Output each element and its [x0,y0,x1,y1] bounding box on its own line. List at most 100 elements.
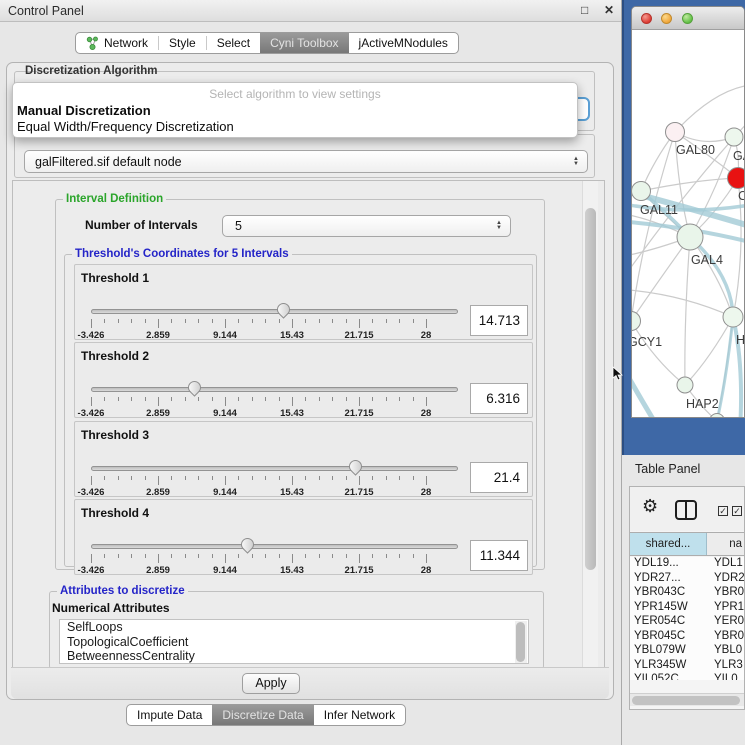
table-cell-shared[interactable]: YDR27... [630,572,707,587]
network-edge[interactable] [685,237,690,385]
panel-scrollbar[interactable] [582,181,598,668]
slider-handle[interactable] [185,378,203,396]
tab-network[interactable]: Network [76,33,158,53]
table-cell-name[interactable]: YLR3 [707,659,744,674]
network-edge-thick[interactable] [632,378,672,418]
close-icon[interactable]: ✕ [604,3,614,17]
table-row[interactable]: YPR145WYPR1 [630,601,744,616]
attribute-list-item[interactable]: BetweennessCentrality [60,649,528,664]
table-cell-shared[interactable]: YER054C [630,615,707,630]
threshold-value-field[interactable]: 21.4 [470,462,528,493]
gear-icon[interactable]: ⚙ [642,496,658,517]
table-cell-name[interactable]: YBR0 [707,630,744,645]
tab-cyni-toolbox[interactable]: Cyni Toolbox [260,33,348,53]
table-cell-name[interactable]: YER0 [707,615,744,630]
apply-button[interactable]: Apply [242,673,300,694]
slider-handle[interactable] [275,300,293,318]
tab-select[interactable]: Select [207,33,260,53]
tab-impute-data[interactable]: Impute Data [127,705,212,725]
attribute-list-item[interactable]: SelfLoops [60,620,528,635]
table-row[interactable]: YER054CYER0 [630,615,744,630]
list-scrollbar[interactable] [515,621,527,664]
tab-style[interactable]: Style [159,33,206,53]
slider-tick [118,397,119,401]
list-scrollbar-thumb[interactable] [516,622,525,662]
network-node[interactable] [677,224,703,250]
table-row[interactable]: YDL19...YDL1 [630,557,744,572]
network-edge-thick[interactable] [717,317,733,418]
network-edge[interactable] [675,85,744,132]
network-edge[interactable] [641,132,675,191]
table-row[interactable]: YBR045CYBR0 [630,630,744,645]
slider-tick [185,397,186,401]
number-of-intervals-spinner[interactable]: 5 ▲▼ [222,215,511,237]
network-edge-thick[interactable] [690,237,733,317]
numerical-attributes-list[interactable]: SelfLoopsTopologicalCoefficientBetweenne… [59,619,529,664]
network-node[interactable] [632,182,651,201]
table-data-combobox[interactable]: galFiltered.sif default node ▲▼ [24,150,588,173]
network-node[interactable] [666,123,685,142]
table-cell-shared[interactable]: YBL079W [630,644,707,659]
slider-tick [225,319,226,328]
table-row[interactable]: YIL052CYIL0 [630,673,744,680]
network-edge[interactable] [641,178,738,191]
table-row[interactable]: YBR043CYBR0 [630,586,744,601]
network-edge[interactable] [632,237,690,321]
column-header-shared[interactable]: shared... [630,533,707,555]
network-node[interactable] [632,312,641,331]
network-edge[interactable] [632,290,733,317]
table-cell-name[interactable]: YPR1 [707,601,744,616]
slider-handle[interactable] [346,457,364,475]
slider-tick-label: -3.426 [67,408,115,419]
tab-discretize-data[interactable]: Discretize Data [212,705,313,725]
checkbox-icon[interactable]: ✓ [732,506,742,516]
table-hscrollbar[interactable] [630,693,744,706]
zoom-traffic-icon[interactable] [682,13,693,24]
slider-track[interactable] [91,387,458,392]
slider-track[interactable] [91,309,458,314]
network-node[interactable] [725,128,743,146]
table-cell-shared[interactable]: YBR045C [630,630,707,645]
table-cell-shared[interactable]: YIL052C [630,673,707,680]
threshold-value-field[interactable]: 11.344 [470,540,528,571]
float-window-icon[interactable]: □ [581,3,588,17]
checkbox-icon[interactable]: ✓ [718,506,728,516]
network-node[interactable] [723,307,743,327]
table-cell-name[interactable]: YDL1 [707,557,744,572]
threshold-value-field[interactable]: 6.316 [470,383,528,414]
table-row[interactable]: YBL079WYBL0 [630,644,744,659]
table-row[interactable]: YLR345WYLR3 [630,659,744,674]
table-cell-name[interactable]: YIL0 [707,673,744,680]
combo-arrows-icon: ▲▼ [573,157,579,167]
network-window-titlebar[interactable] [632,7,744,30]
network-node[interactable] [710,414,725,419]
columns-icon[interactable] [675,500,697,520]
popup-item-manual-discretization[interactable]: Manual Discretization [17,103,151,118]
slider-track[interactable] [91,544,458,549]
table-cell-shared[interactable]: YBR043C [630,586,707,601]
network-edge[interactable] [690,237,733,317]
table-row[interactable]: YDR27...YDR2 [630,572,744,587]
table-cell-shared[interactable]: YDL19... [630,557,707,572]
table-cell-name[interactable]: YBR0 [707,586,744,601]
panel-scrollbar-thumb[interactable] [585,208,596,570]
table-hscrollbar-thumb[interactable] [632,696,740,705]
table-cell-name[interactable]: YBL0 [707,644,744,659]
popup-item-equal-width-frequency[interactable]: Equal Width/Frequency Discretization [17,119,234,134]
close-traffic-icon[interactable] [641,13,652,24]
slider-track[interactable] [91,466,458,471]
table-cell-shared[interactable]: YPR145W [630,601,707,616]
tab-jactivemnodules[interactable]: jActiveMNodules [349,33,458,53]
threshold-value-field[interactable]: 14.713 [470,305,528,336]
network-node[interactable] [677,377,693,393]
table-cell-name[interactable]: YDR2 [707,572,744,587]
column-header-name[interactable]: na [707,533,744,555]
table-cell-shared[interactable]: YLR345W [630,659,707,674]
tab-infer-network[interactable]: Infer Network [314,705,405,725]
network-edge[interactable] [632,321,685,385]
network-canvas[interactable]: GAL80GACGAL11GAL4GCY1HHAP2 [632,30,744,418]
minimize-traffic-icon[interactable] [661,13,672,24]
attribute-list-item[interactable]: TopologicalCoefficient [60,635,528,650]
network-node[interactable] [728,168,745,189]
slider-handle[interactable] [239,535,257,553]
